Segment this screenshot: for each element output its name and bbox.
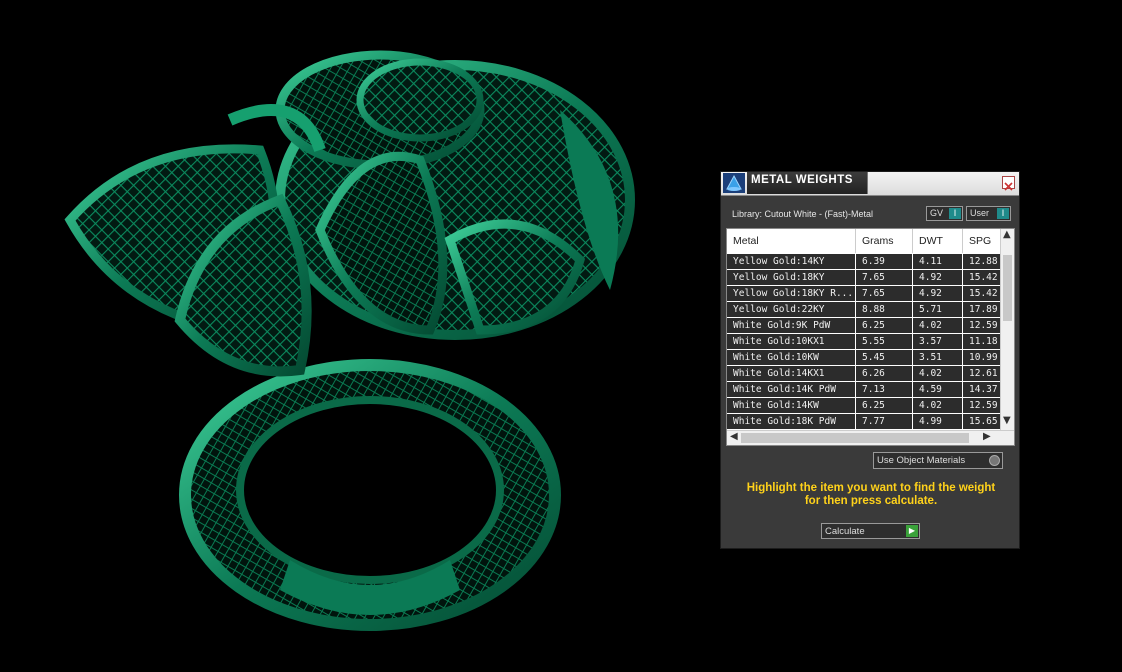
- table-cell: 4.99: [913, 414, 963, 429]
- table-row[interactable]: White Gold:10KX1 5.55 3.57 11.18: [727, 334, 1002, 350]
- table-row[interactable]: White Gold:14K PdW 7.13 4.59 14.37: [727, 382, 1002, 398]
- vertical-scroll-thumb[interactable]: [1003, 255, 1012, 321]
- table-cell: 7.77: [856, 414, 913, 429]
- library-label: Library: Cutout White - (Fast)-Metal: [732, 209, 874, 219]
- table-row[interactable]: Yellow Gold:14KY 6.39 4.11 12.88: [727, 254, 1002, 270]
- gv-label: GV: [930, 208, 944, 218]
- user-indicator-icon: I: [997, 208, 1009, 219]
- table-row[interactable]: White Gold:18K PdW 7.77 4.99 15.65: [727, 414, 1002, 430]
- table-cell: 6.26: [856, 366, 913, 381]
- horizontal-scroll-thumb[interactable]: [741, 433, 969, 443]
- table-row[interactable]: Yellow Gold:18KY 7.65 4.92 15.42: [727, 270, 1002, 286]
- table-row[interactable]: White Gold:10KW 5.45 3.51 10.99: [727, 350, 1002, 366]
- calculate-label: Calculate: [825, 526, 865, 537]
- table-row[interactable]: Yellow Gold:22KY 8.88 5.71 17.89: [727, 302, 1002, 318]
- radio-icon: [989, 455, 1000, 466]
- scroll-down-icon[interactable]: ▼: [1003, 415, 1011, 426]
- table-cell: 7.65: [856, 286, 913, 301]
- column-header-dwt[interactable]: DWT: [913, 229, 963, 253]
- table-cell: Yellow Gold:18KY: [727, 270, 856, 285]
- table-cell: 5.55: [856, 334, 913, 349]
- table-cell: 5.45: [856, 350, 913, 365]
- use-object-materials-toggle[interactable]: Use Object Materials: [873, 452, 1003, 469]
- table-cell: 4.02: [913, 366, 963, 381]
- gv-toggle[interactable]: GV I: [926, 206, 963, 221]
- table-cell: 4.92: [913, 286, 963, 301]
- table-cell: White Gold:14KX1: [727, 366, 856, 381]
- table-row[interactable]: White Gold:14KX1 6.26 4.02 12.61: [727, 366, 1002, 382]
- calculate-button[interactable]: Calculate ▶: [821, 523, 920, 539]
- panel-title-tab: METAL WEIGHTS: [747, 172, 868, 194]
- vertical-scrollbar[interactable]: ▲ ▼: [1000, 229, 1014, 431]
- table-row[interactable]: White Gold:9K PdW 6.25 4.02 12.59: [727, 318, 1002, 334]
- user-label: User: [970, 208, 990, 218]
- table-cell: Yellow Gold:14KY: [727, 254, 856, 269]
- panel-title: METAL WEIGHTS: [751, 174, 853, 186]
- table-cell: 4.11: [913, 254, 963, 269]
- column-header-metal[interactable]: Metal: [727, 229, 856, 253]
- close-button[interactable]: [1002, 176, 1015, 191]
- column-header-grams[interactable]: Grams: [856, 229, 913, 253]
- scroll-right-icon[interactable]: ▶: [983, 431, 991, 442]
- scroll-up-icon[interactable]: ▲: [1003, 229, 1011, 240]
- metal-weights-panel: METAL WEIGHTS Library: Cutout White - (F…: [720, 171, 1020, 549]
- metal-weights-icon: [723, 173, 745, 193]
- table-cell: 7.13: [856, 382, 913, 397]
- table-row[interactable]: Yellow Gold:18KY R... 7.65 4.92 15.42: [727, 286, 1002, 302]
- table-header: Metal Grams DWT SPG: [727, 229, 1002, 253]
- table-cell: 7.65: [856, 270, 913, 285]
- scroll-left-icon[interactable]: ◀: [730, 431, 738, 442]
- instruction-line-2: for then press calculate.: [804, 495, 938, 507]
- table-cell: Yellow Gold:22KY: [727, 302, 856, 317]
- table-cell: White Gold:10KW: [727, 350, 856, 365]
- close-icon: [1004, 182, 1013, 191]
- table-cell: 6.25: [856, 318, 913, 333]
- table-cell: White Gold:18K PdW: [727, 414, 856, 429]
- user-toggle[interactable]: User I: [966, 206, 1011, 221]
- table-cell: 4.59: [913, 382, 963, 397]
- table-cell: 5.71: [913, 302, 963, 317]
- instruction-text: Highlight the item you want to find the …: [731, 482, 1011, 508]
- horizontal-scrollbar[interactable]: ◀ ▶: [727, 430, 1014, 445]
- instruction-line-1: Highlight the item you want to find the …: [746, 482, 996, 494]
- table-cell: 4.02: [913, 398, 963, 413]
- table-cell: 4.92: [913, 270, 963, 285]
- table-cell: White Gold:9K PdW: [727, 318, 856, 333]
- table-cell: 4.02: [913, 318, 963, 333]
- table-cell: 3.57: [913, 334, 963, 349]
- panel-titlebar[interactable]: METAL WEIGHTS: [721, 172, 1019, 196]
- table-cell: White Gold:14KW: [727, 398, 856, 413]
- table-cell: White Gold:10KX1: [727, 334, 856, 349]
- gv-indicator-icon: I: [949, 208, 961, 219]
- metal-table: Metal Grams DWT SPG Yellow Gold:14KY 6.39…: [726, 228, 1015, 446]
- table-cell: White Gold:14K PdW: [727, 382, 856, 397]
- table-row[interactable]: White Gold:14KW 6.25 4.02 12.59: [727, 398, 1002, 414]
- table-cell: 8.88: [856, 302, 913, 317]
- table-cell: 6.39: [856, 254, 913, 269]
- table-cell: Yellow Gold:18KY R...: [727, 286, 856, 301]
- use-object-materials-label: Use Object Materials: [877, 455, 966, 466]
- table-cell: 3.51: [913, 350, 963, 365]
- table-cell: 6.25: [856, 398, 913, 413]
- play-arrow-icon: ▶: [906, 525, 918, 537]
